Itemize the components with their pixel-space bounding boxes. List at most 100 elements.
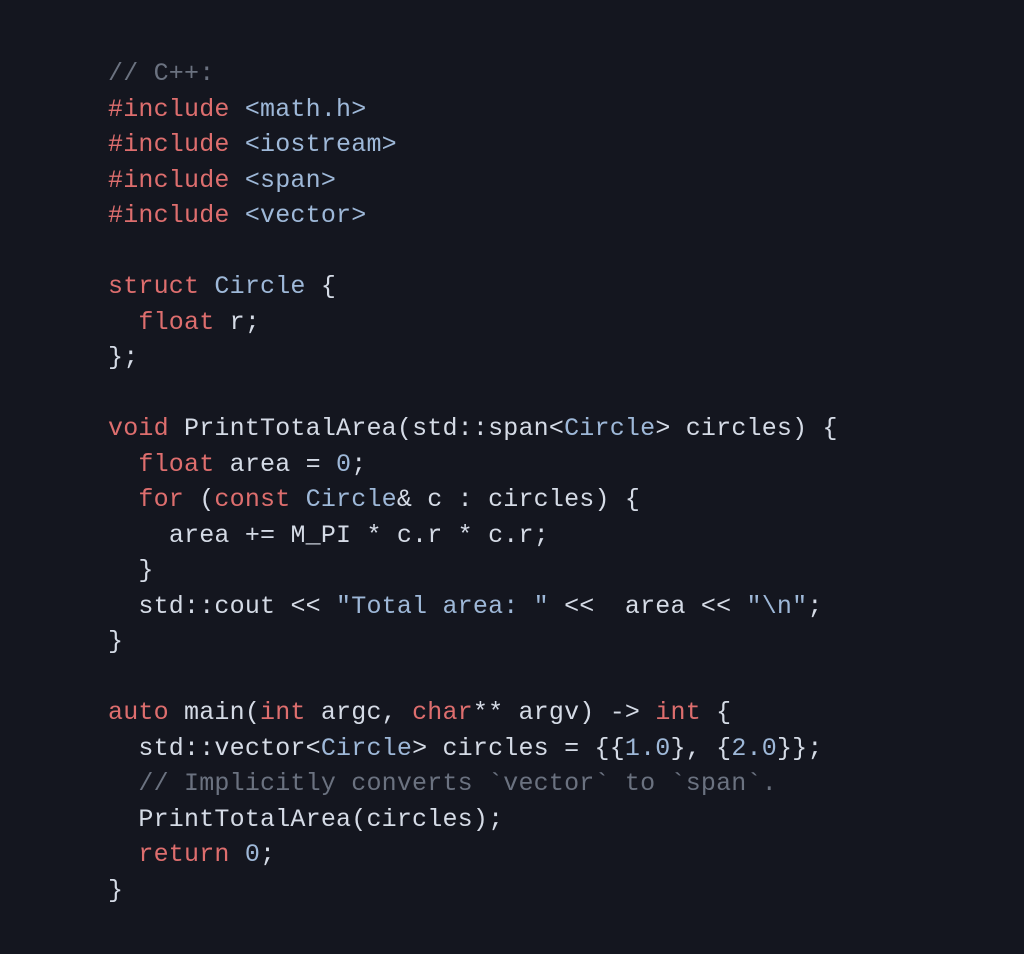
code-token-space xyxy=(442,485,457,514)
code-token-space xyxy=(579,734,594,763)
code-token-space xyxy=(230,201,245,230)
code-token-ident: area xyxy=(625,592,686,621)
code-token-op: << xyxy=(564,592,594,621)
code-token-op: ; xyxy=(245,308,260,337)
code-token-space xyxy=(321,592,336,621)
code-token-ident: argv xyxy=(518,698,579,727)
code-line: }; xyxy=(108,340,1024,376)
code-token-space xyxy=(473,521,488,550)
code-token-space xyxy=(108,450,138,479)
code-token-pre: #include xyxy=(108,166,230,195)
code-token-pre: #include xyxy=(108,201,230,230)
code-token-keyword: float xyxy=(138,308,214,337)
code-token-op: < xyxy=(306,734,321,763)
code-token-op: * xyxy=(366,521,381,550)
code-token-op: }}; xyxy=(777,734,823,763)
code-line: } xyxy=(108,553,1024,589)
code-token-space xyxy=(731,592,746,621)
code-token-space xyxy=(442,521,457,550)
code-token-op: } xyxy=(108,876,123,905)
code-line: std::cout << "Total area: " << area << "… xyxy=(108,589,1024,625)
code-token-space xyxy=(412,485,427,514)
code-token-space xyxy=(108,592,138,621)
code-token-op: > xyxy=(412,734,427,763)
code-token-space xyxy=(549,592,564,621)
code-token-op: ) xyxy=(595,485,610,514)
code-token-number: 2.0 xyxy=(731,734,777,763)
code-token-ident: std::cout xyxy=(138,592,275,621)
code-line: // Implicitly converts `vector` to `span… xyxy=(108,766,1024,802)
code-token-op: = xyxy=(564,734,579,763)
code-token-space xyxy=(397,698,412,727)
code-token-keyword: int xyxy=(655,698,701,727)
code-token-comment: // Implicitly converts `vector` to `span… xyxy=(138,769,777,798)
code-line: #include <span> xyxy=(108,163,1024,199)
code-token-space xyxy=(275,521,290,550)
code-token-space xyxy=(549,734,564,763)
code-token-space xyxy=(108,485,138,514)
code-token-space xyxy=(108,308,138,337)
code-token-space xyxy=(214,308,229,337)
code-token-space xyxy=(108,805,138,834)
code-token-string: "\n" xyxy=(747,592,808,621)
code-token-keyword: struct xyxy=(108,272,199,301)
code-token-op: } xyxy=(138,556,153,585)
code-token-op: { xyxy=(823,414,838,443)
code-token-space xyxy=(108,556,138,585)
code-token-space xyxy=(306,698,321,727)
code-token-op: ; xyxy=(260,840,275,869)
code-token-string: <iostream> xyxy=(245,130,397,159)
code-token-keyword: auto xyxy=(108,698,169,727)
code-token-type: Circle xyxy=(214,272,305,301)
code-token-string: <vector> xyxy=(245,201,367,230)
code-token-op: ** xyxy=(473,698,503,727)
code-token-space xyxy=(321,450,336,479)
code-token-op: ( xyxy=(245,698,260,727)
code-token-space xyxy=(169,698,184,727)
code-token-space xyxy=(306,272,321,301)
code-token-op: ; xyxy=(807,592,822,621)
code-token-op: { xyxy=(321,272,336,301)
code-token-op: += xyxy=(245,521,275,550)
code-line: return 0; xyxy=(108,837,1024,873)
code-token-ident: circles xyxy=(442,734,548,763)
code-token-space xyxy=(230,130,245,159)
code-token-op: ); xyxy=(473,805,503,834)
code-token-ident: circles xyxy=(488,485,594,514)
code-token-keyword: char xyxy=(412,698,473,727)
code-line: #include <math.h> xyxy=(108,92,1024,128)
code-token-space xyxy=(275,592,290,621)
code-token-space xyxy=(671,414,686,443)
code-line: auto main(int argc, char** argv) -> int … xyxy=(108,695,1024,731)
code-token-func: main xyxy=(184,698,245,727)
code-token-space xyxy=(108,734,138,763)
code-token-space xyxy=(290,485,305,514)
code-token-op: ) xyxy=(792,414,807,443)
code-token-number: 0 xyxy=(336,450,351,479)
code-token-op: << xyxy=(701,592,731,621)
code-token-space xyxy=(503,698,518,727)
code-token-ident: area xyxy=(169,521,230,550)
code-token-space xyxy=(108,769,138,798)
code-token-type: Circle xyxy=(306,485,397,514)
code-token-keyword: for xyxy=(138,485,184,514)
code-token-pre: #include xyxy=(108,95,230,124)
code-token-ident: c.r xyxy=(488,521,534,550)
code-token-space xyxy=(230,840,245,869)
code-token-space xyxy=(595,592,625,621)
code-token-op: }; xyxy=(108,343,138,372)
code-token-space xyxy=(199,272,214,301)
code-token-op: ) xyxy=(579,698,594,727)
code-line: PrintTotalArea(circles); xyxy=(108,802,1024,838)
code-token-space xyxy=(382,521,397,550)
code-token-ident: circles xyxy=(366,805,472,834)
code-token-type: Circle xyxy=(321,734,412,763)
code-line xyxy=(108,376,1024,412)
code-token-space xyxy=(351,521,366,550)
code-token-keyword: void xyxy=(108,414,169,443)
code-token-number: 1.0 xyxy=(625,734,671,763)
code-token-op: { xyxy=(716,734,731,763)
code-block: // C++:#include <math.h>#include <iostre… xyxy=(0,0,1024,908)
code-token-keyword: return xyxy=(138,840,229,869)
code-token-ident: circles xyxy=(686,414,792,443)
